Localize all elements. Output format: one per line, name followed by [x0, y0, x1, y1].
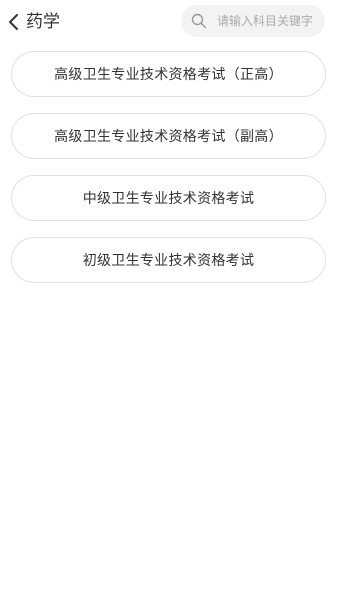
exam-item-senior-associate[interactable]: 高级卫生专业技术资格考试（副高） [11, 113, 326, 159]
search-box[interactable] [181, 5, 325, 37]
back-button[interactable]: 药学 [6, 9, 60, 35]
page-title: 药学 [26, 12, 60, 32]
chevron-left-icon[interactable] [6, 12, 22, 32]
exam-item-label: 高级卫生专业技术资格考试（正高） [54, 67, 283, 83]
search-input[interactable] [217, 14, 321, 28]
exam-item-junior[interactable]: 初级卫生专业技术资格考试 [11, 237, 326, 283]
exam-item-label: 初级卫生专业技术资格考试 [82, 253, 255, 269]
exam-item-intermediate[interactable]: 中级卫生专业技术资格考试 [11, 175, 326, 221]
exam-item-label: 高级卫生专业技术资格考试（副高） [54, 129, 283, 145]
header-bar: 药学 [0, 0, 337, 44]
search-icon [191, 13, 207, 29]
exam-item-label: 中级卫生专业技术资格考试 [82, 191, 255, 207]
exam-list: 高级卫生专业技术资格考试（正高） 高级卫生专业技术资格考试（副高） 中级卫生专业… [11, 51, 326, 299]
exam-item-senior-chief[interactable]: 高级卫生专业技术资格考试（正高） [11, 51, 326, 97]
